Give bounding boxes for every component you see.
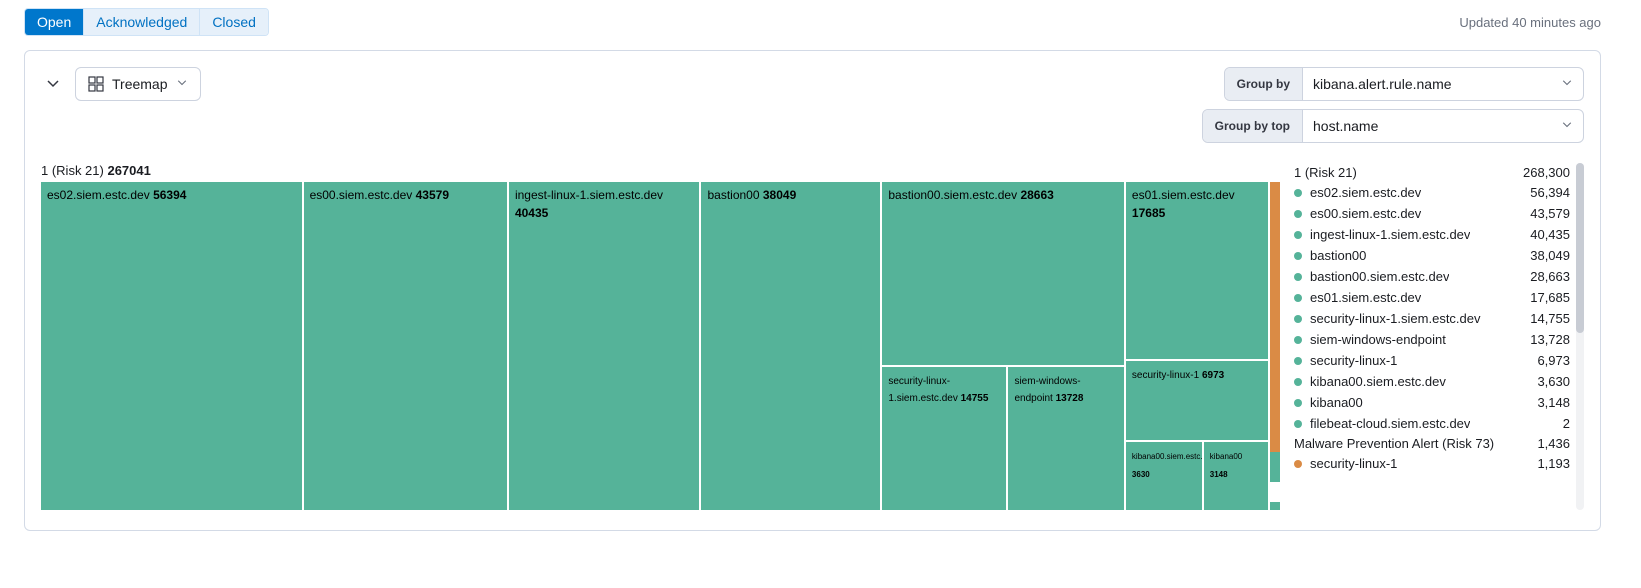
- legend-item-value: 1,193: [1537, 456, 1570, 471]
- treemap-cell[interactable]: bastion00.siem.estc.dev 28663: [882, 182, 1124, 365]
- treemap-cell[interactable]: kibana00.siem.estc.dev 3630: [1126, 442, 1202, 510]
- treemap-cell[interactable]: es02.siem.estc.dev 56394: [41, 182, 302, 510]
- legend-item-label: bastion00: [1310, 248, 1366, 263]
- legend-item[interactable]: kibana00 3,148: [1294, 392, 1570, 413]
- treemap-cell[interactable]: bastion00 38049: [701, 182, 880, 510]
- tab-acknowledged[interactable]: Acknowledged: [84, 9, 200, 35]
- group-by-value: kibana.alert.rule.name: [1313, 76, 1452, 92]
- legend-item-label: ingest-linux-1.siem.estc.dev: [1310, 227, 1470, 242]
- legend-item-label: security-linux-1: [1310, 456, 1397, 471]
- legend-item-label: bastion00.siem.estc.dev: [1310, 269, 1449, 284]
- status-tabs: Open Acknowledged Closed: [24, 8, 269, 36]
- group-by-label: Group by: [1225, 68, 1303, 100]
- legend-item-label: filebeat-cloud.siem.estc.dev: [1310, 416, 1470, 431]
- view-type-select[interactable]: Treemap: [75, 67, 201, 101]
- legend-group-header[interactable]: Malware Prevention Alert (Risk 73) 1,436: [1294, 434, 1570, 453]
- view-type-label: Treemap: [112, 76, 168, 92]
- legend-item-value: 56,394: [1530, 185, 1570, 200]
- legend-item-value: 2: [1563, 416, 1570, 431]
- legend-item[interactable]: es02.siem.estc.dev 56,394: [1294, 182, 1570, 203]
- treemap-title: 1 (Risk 21) 267041: [41, 163, 1280, 178]
- legend-item[interactable]: es00.siem.estc.dev 43,579: [1294, 203, 1570, 224]
- treemap-cell[interactable]: ingest-linux-1.siem.estc.dev 40435: [509, 182, 700, 510]
- treemap-panel: Treemap Group by kibana.alert.rule.name …: [24, 50, 1601, 531]
- legend-item-label: security-linux-1.siem.estc.dev: [1310, 311, 1481, 326]
- legend-item[interactable]: kibana00.siem.estc.dev 3,630: [1294, 371, 1570, 392]
- legend-item-label: kibana00: [1310, 395, 1363, 410]
- chevron-down-icon: [1561, 77, 1573, 92]
- legend-item-value: 43,579: [1530, 206, 1570, 221]
- legend-item-label: security-linux-1: [1310, 353, 1397, 368]
- treemap-cell[interactable]: es01.siem.estc.dev 17685: [1126, 182, 1268, 359]
- legend-item-value: 13,728: [1530, 332, 1570, 347]
- treemap-cell[interactable]: es00.siem.estc.dev 43579: [304, 182, 507, 510]
- legend-color-dot: [1294, 357, 1302, 365]
- legend-color-dot: [1294, 460, 1302, 468]
- legend-color-dot: [1294, 210, 1302, 218]
- legend-item-label: es01.siem.estc.dev: [1310, 290, 1421, 305]
- legend-color-dot: [1294, 420, 1302, 428]
- legend-item-value: 6,973: [1537, 353, 1570, 368]
- legend-item-value: 14,755: [1530, 311, 1570, 326]
- group-by-top-label: Group by top: [1203, 110, 1303, 142]
- legend-color-dot: [1294, 294, 1302, 302]
- legend-item-value: 40,435: [1530, 227, 1570, 242]
- legend-item[interactable]: security-linux-1 1,193: [1294, 453, 1570, 474]
- legend-item[interactable]: security-linux-1.siem.estc.dev 14,755: [1294, 308, 1570, 329]
- treemap-cell[interactable]: [1270, 452, 1280, 482]
- legend-item[interactable]: siem-windows-endpoint 13,728: [1294, 329, 1570, 350]
- legend-scrollbar[interactable]: [1576, 163, 1584, 510]
- group-by-top-select[interactable]: Group by top host.name: [1202, 109, 1584, 143]
- legend-color-dot: [1294, 336, 1302, 344]
- legend-item[interactable]: es01.siem.estc.dev 17,685: [1294, 287, 1570, 308]
- legend-color-dot: [1294, 273, 1302, 281]
- legend-item[interactable]: filebeat-cloud.siem.estc.dev 2: [1294, 413, 1570, 434]
- tab-open[interactable]: Open: [25, 9, 84, 35]
- legend-item[interactable]: bastion00 38,049: [1294, 245, 1570, 266]
- legend-color-dot: [1294, 378, 1302, 386]
- treemap-cell[interactable]: security-linux-1.siem.estc.dev 14755: [882, 367, 1006, 510]
- chevron-down-icon: [1561, 119, 1573, 134]
- treemap-icon: [88, 76, 104, 92]
- legend-item-label: siem-windows-endpoint: [1310, 332, 1446, 347]
- treemap-chart[interactable]: es02.siem.estc.dev 56394 es00.siem.estc.…: [41, 182, 1280, 510]
- legend-color-dot: [1294, 315, 1302, 323]
- legend-item-value: 3,630: [1537, 374, 1570, 389]
- treemap-cell[interactable]: kibana00 3148: [1204, 442, 1268, 510]
- collapse-toggle[interactable]: [41, 72, 65, 96]
- chevron-down-icon: [176, 77, 188, 92]
- group-by-select[interactable]: Group by kibana.alert.rule.name: [1224, 67, 1584, 101]
- legend-item-label: es02.siem.estc.dev: [1310, 185, 1421, 200]
- tab-closed[interactable]: Closed: [200, 9, 268, 35]
- legend-item-value: 3,148: [1537, 395, 1570, 410]
- legend-scrollbar-thumb[interactable]: [1576, 163, 1584, 333]
- legend-color-dot: [1294, 252, 1302, 260]
- legend-color-dot: [1294, 399, 1302, 407]
- chevron-down-icon: [45, 76, 61, 92]
- treemap-cell[interactable]: [1270, 502, 1280, 510]
- treemap-cell[interactable]: security-linux-1 6973: [1126, 361, 1268, 440]
- legend-item-value: 17,685: [1530, 290, 1570, 305]
- legend: 1 (Risk 21) 268,300 es02.siem.estc.dev 56…: [1294, 163, 1584, 510]
- legend-item-label: es00.siem.estc.dev: [1310, 206, 1421, 221]
- legend-item[interactable]: ingest-linux-1.siem.estc.dev 40,435: [1294, 224, 1570, 245]
- legend-item-value: 28,663: [1530, 269, 1570, 284]
- legend-color-dot: [1294, 231, 1302, 239]
- treemap-cell[interactable]: siem-windows-endpoint 13728: [1008, 367, 1123, 510]
- legend-group-header[interactable]: 1 (Risk 21) 268,300: [1294, 163, 1570, 182]
- legend-item[interactable]: security-linux-1 6,973: [1294, 350, 1570, 371]
- updated-label: Updated 40 minutes ago: [1459, 15, 1601, 30]
- legend-item-label: kibana00.siem.estc.dev: [1310, 374, 1446, 389]
- treemap-cell-malware[interactable]: [1270, 182, 1280, 452]
- legend-color-dot: [1294, 189, 1302, 197]
- legend-item-value: 38,049: [1530, 248, 1570, 263]
- group-by-top-value: host.name: [1313, 118, 1378, 134]
- legend-item[interactable]: bastion00.siem.estc.dev 28,663: [1294, 266, 1570, 287]
